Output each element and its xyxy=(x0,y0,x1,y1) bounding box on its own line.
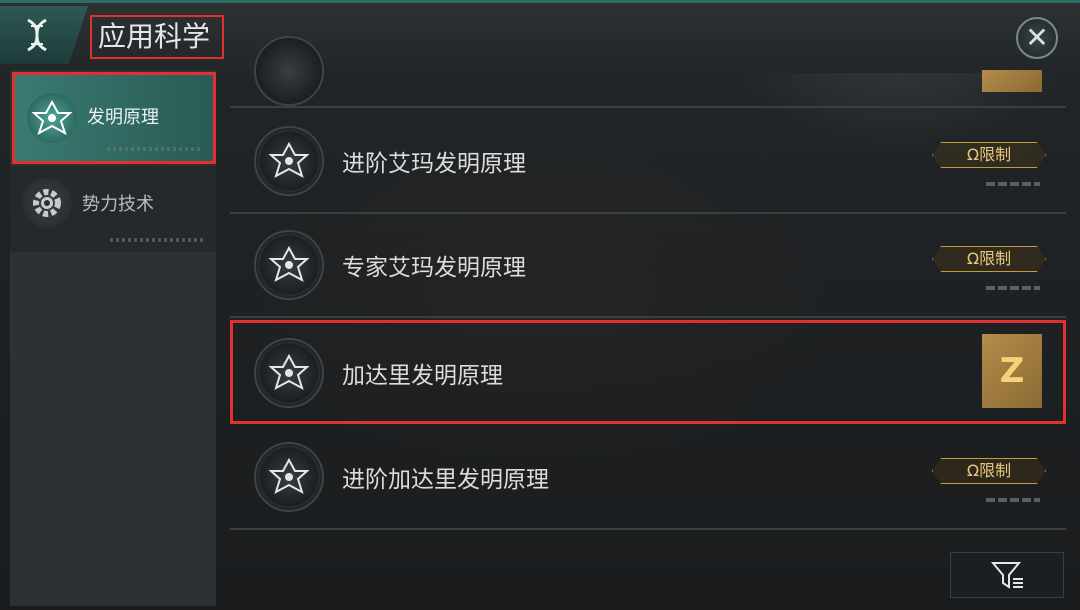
close-icon: ✕ xyxy=(1025,21,1049,54)
omega-restricted-badge: Ω限制 xyxy=(932,246,1046,272)
sidebar-item-invention[interactable]: 发明原理 xyxy=(12,72,216,164)
progress-dashes xyxy=(986,498,1040,502)
list-item-partial[interactable] xyxy=(230,36,1066,108)
sidebar-item-faction-tech[interactable]: 势力技术 xyxy=(10,166,216,252)
decorative-dots xyxy=(107,147,203,151)
logo-tab[interactable] xyxy=(0,6,88,64)
list-item[interactable]: 进阶艾玛发明原理 Ω限制 xyxy=(230,108,1066,214)
atom-star-icon xyxy=(254,126,324,196)
item-name: 进阶加达里发明原理 xyxy=(342,467,549,493)
list-item[interactable]: 加达里发明原理 Z xyxy=(230,320,1066,424)
sidebar: 发明原理 势力技术 xyxy=(10,70,216,606)
blueprint-list: 进阶艾玛发明原理 Ω限制 专家艾玛发明原理 Ω限制 加达里发明原理 Z 进阶加达… xyxy=(230,36,1066,606)
header-bar: 应用科学 ✕ xyxy=(0,0,1080,73)
list-item[interactable]: 进阶加达里发明原理 Ω限制 xyxy=(230,424,1066,530)
atom-star-icon xyxy=(254,230,324,300)
atom-star-icon xyxy=(254,338,324,408)
atom-star-icon xyxy=(27,93,77,143)
list-item[interactable]: 专家艾玛发明原理 Ω限制 xyxy=(230,212,1066,318)
sidebar-item-label: 发明原理 xyxy=(87,107,159,128)
close-button[interactable]: ✕ xyxy=(1016,17,1058,59)
gear-icon xyxy=(22,178,72,228)
progress-dashes xyxy=(986,286,1040,290)
omega-restricted-badge: Ω限制 xyxy=(932,458,1046,484)
atom-star-icon xyxy=(254,36,324,106)
decorative-dots xyxy=(110,238,206,242)
omega-restricted-badge: Ω限制 xyxy=(932,142,1046,168)
item-name: 专家艾玛发明原理 xyxy=(342,255,526,281)
faction-letter: Z xyxy=(999,351,1025,391)
filter-button[interactable] xyxy=(950,552,1064,598)
progress-dashes xyxy=(986,182,1040,186)
item-name: 进阶艾玛发明原理 xyxy=(342,151,526,177)
lock-tile xyxy=(982,70,1042,92)
page-title: 应用科学 xyxy=(90,15,224,59)
sidebar-item-label: 势力技术 xyxy=(82,194,154,215)
faction-tile: Z xyxy=(982,334,1042,408)
item-name: 加达里发明原理 xyxy=(342,363,503,389)
atom-star-icon xyxy=(254,442,324,512)
